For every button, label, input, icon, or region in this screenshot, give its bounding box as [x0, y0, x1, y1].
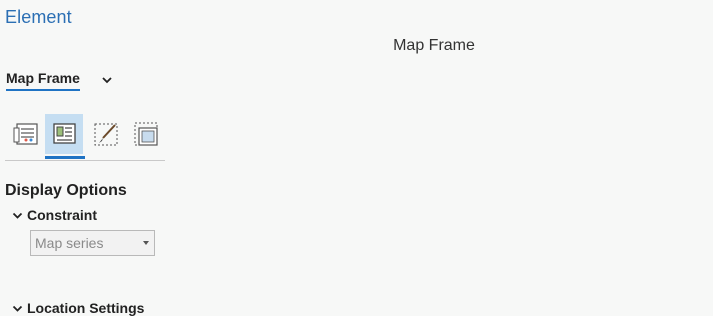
section-title: Display Options	[5, 182, 127, 199]
constraint-dropdown-value: Map series	[35, 235, 104, 251]
tab-display[interactable]	[45, 114, 83, 154]
location-settings-group-header[interactable]: Location Settings	[12, 300, 144, 316]
placement-icon	[134, 122, 158, 146]
element-selector-label: Map Frame	[6, 70, 80, 91]
chevron-down-icon[interactable]	[100, 73, 114, 87]
paintbrush-icon	[94, 123, 118, 146]
constraint-dropdown[interactable]: Map series	[30, 230, 155, 256]
element-selector[interactable]: Map Frame	[6, 70, 114, 91]
pane-title: Element	[5, 7, 72, 27]
tab-options[interactable]	[7, 114, 45, 154]
options-list-icon	[13, 123, 38, 145]
constraint-group-header[interactable]: Constraint	[12, 207, 97, 223]
display-options-icon	[53, 123, 76, 144]
constraint-label: Constraint	[27, 207, 97, 223]
tab-symbology[interactable]	[87, 114, 125, 154]
chevron-down-icon	[12, 212, 23, 219]
header-label: Map Frame	[393, 37, 475, 54]
active-tab-indicator	[45, 156, 85, 159]
dropdown-arrow-icon	[143, 241, 149, 245]
element-tabs	[5, 114, 165, 161]
tab-placement[interactable]	[127, 114, 165, 154]
location-settings-label: Location Settings	[27, 300, 145, 316]
chevron-down-icon	[12, 305, 23, 312]
